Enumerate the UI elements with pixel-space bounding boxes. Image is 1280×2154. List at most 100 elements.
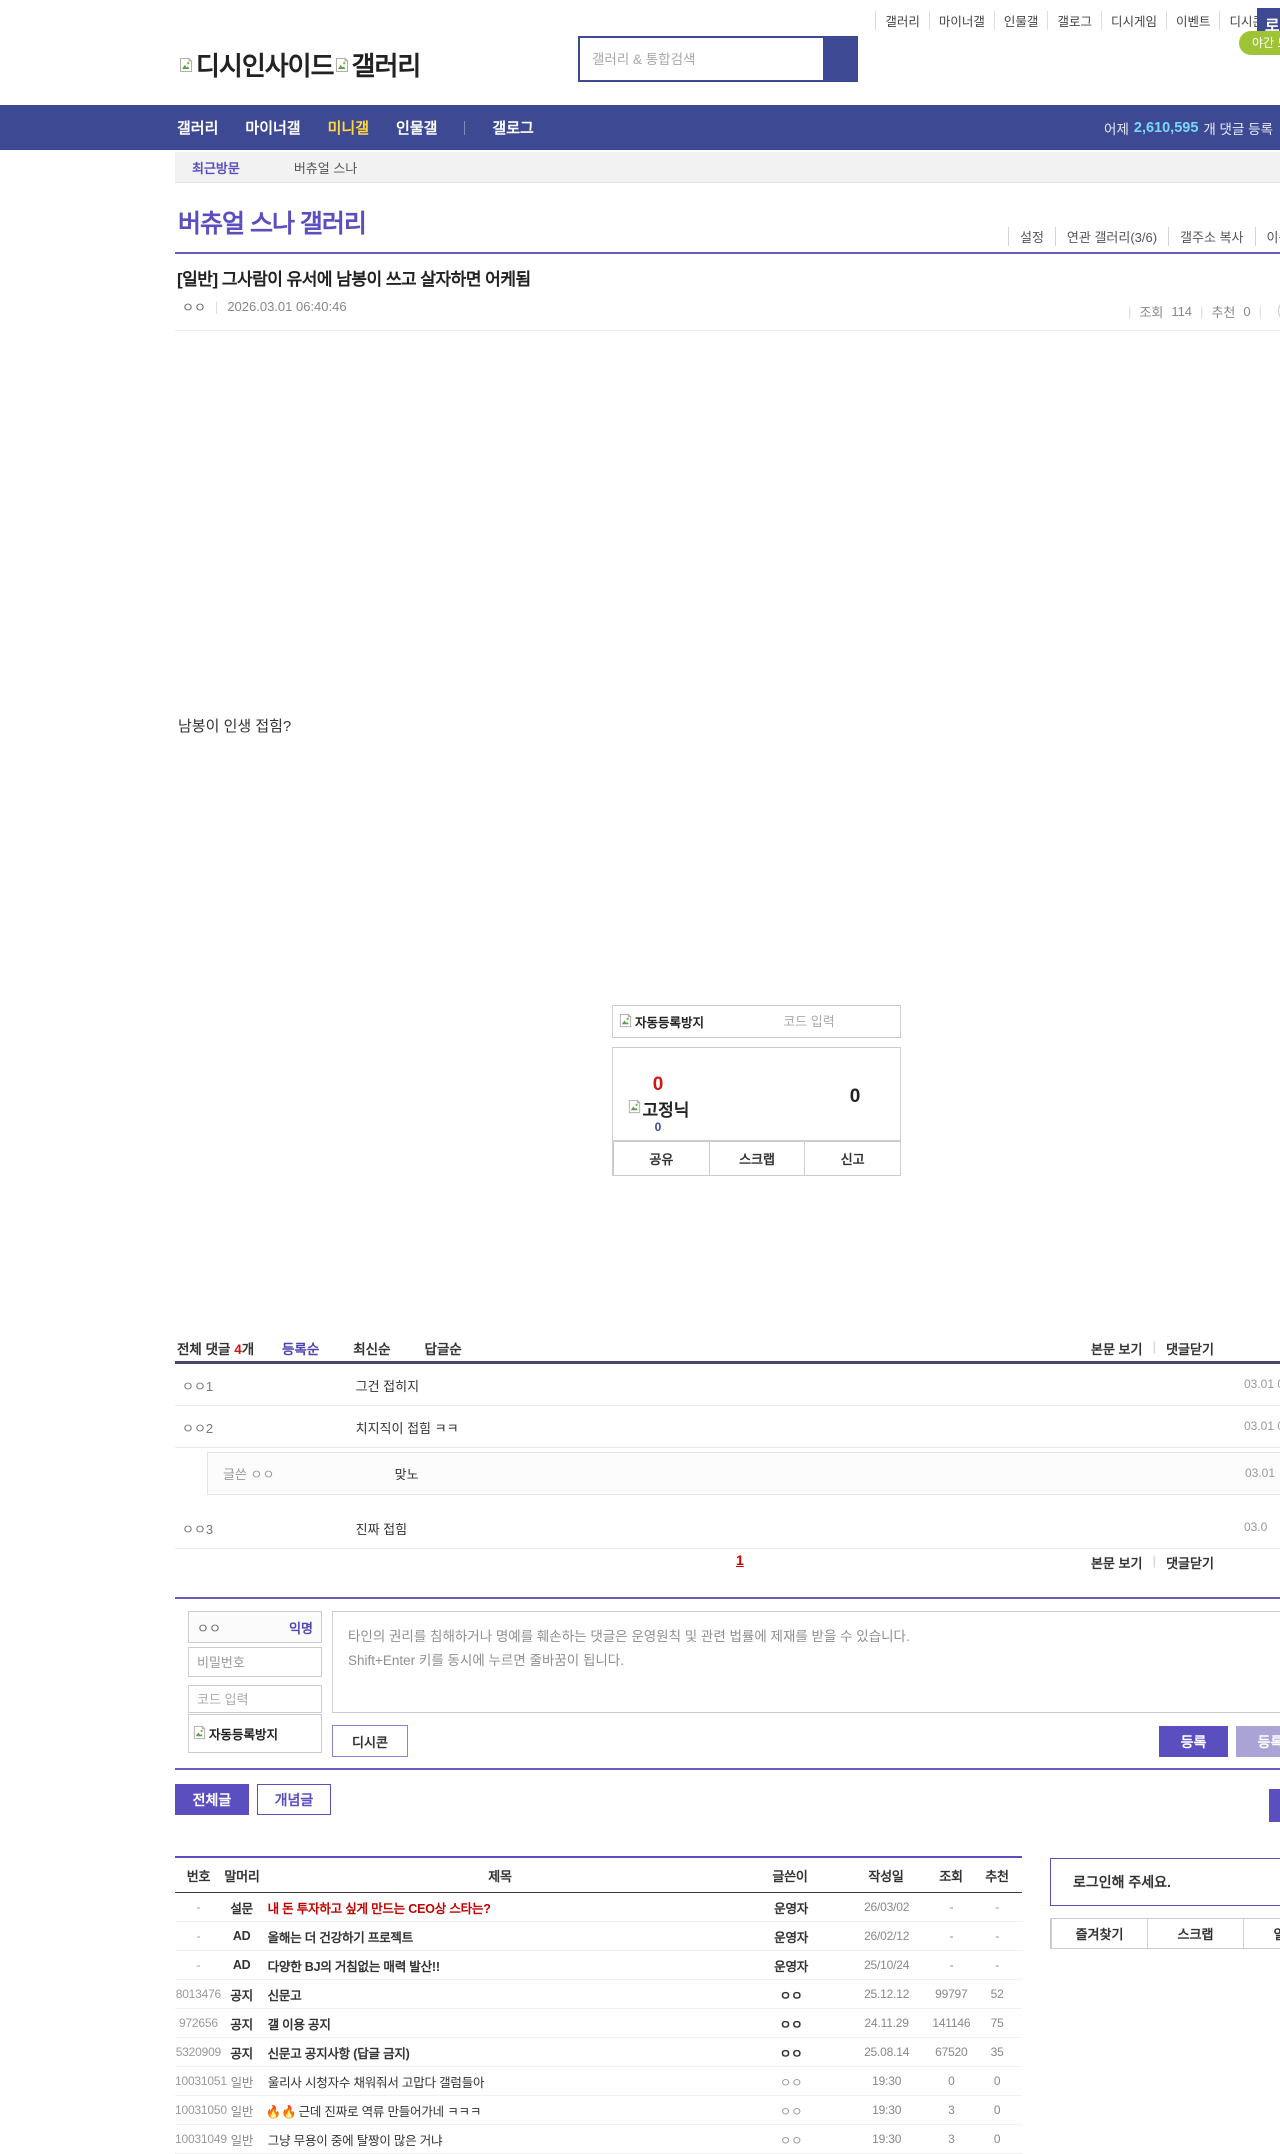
anonymous-toggle[interactable]: 익명 — [289, 1618, 313, 1637]
post-head[interactable]: 일반 — [222, 2072, 262, 2091]
comment-text: 맞노 — [395, 1467, 419, 1482]
sidebar-tab[interactable]: 일반글 — [1243, 1919, 1280, 1948]
comment-password-input[interactable] — [188, 1647, 322, 1677]
post-author[interactable]: 운영자 — [739, 1956, 843, 1975]
top-link[interactable]: 이벤트 — [1166, 11, 1220, 30]
col-head: 말머리 — [222, 1866, 262, 1885]
post-link[interactable]: 그냥 무용이 중에 탈짱이 많은 거냐 — [262, 2130, 740, 2149]
post-author[interactable]: ㅇㅇ — [739, 2014, 843, 2033]
comment-count: 4 — [234, 1342, 242, 1357]
post-link[interactable]: 내 돈 투자하고 싶게 만드는 CEO상 스타는? — [262, 1898, 740, 1917]
post-head[interactable]: 공지 — [222, 2043, 262, 2062]
table-row: - 설문 내 돈 투자하고 싶게 만드는 CEO상 스타는? 운영자 26/03… — [175, 1893, 1022, 1922]
close-comments-link[interactable]: 댓글닫기 — [1166, 1339, 1214, 1358]
post-link-text: 그냥 무용이 중에 탈짱이 많은 거냐 — [268, 2134, 443, 2148]
post-link[interactable]: 울리사 시청자수 채워줘서 고맙다 갤럼들아 — [262, 2072, 740, 2091]
post-views: 3 — [930, 2132, 972, 2146]
close-comments-link[interactable]: 댓글닫기 — [1166, 1553, 1214, 1572]
nav-gallog[interactable]: 갤로그 — [492, 117, 533, 138]
gallery-menu-item[interactable]: 설정 — [1008, 227, 1055, 246]
comment-author[interactable]: ㅇㅇ1 — [182, 1376, 352, 1395]
comment-page-number[interactable]: 1 — [736, 1552, 744, 1568]
comment-submit-button[interactable]: 등록 — [1159, 1726, 1228, 1757]
captcha-input[interactable] — [718, 1013, 900, 1030]
search-input[interactable] — [580, 38, 823, 80]
post-action-button[interactable]: 신고 — [804, 1142, 900, 1175]
top-link[interactable]: 마이너갤 — [929, 11, 994, 30]
dccon-button[interactable]: 디시콘 — [332, 1725, 408, 1757]
post-head[interactable]: AD — [222, 1958, 262, 1972]
post-link[interactable]: 🔥🔥근데 진짜로 역류 만들어가네 ㅋㅋㅋ — [262, 2101, 740, 2120]
recent-visit-label[interactable]: 최근방문 — [192, 158, 240, 177]
post-date: 25.08.14 — [843, 2045, 931, 2059]
post-head[interactable]: 설문 — [222, 1898, 262, 1917]
comment-author[interactable]: ㅇㅇ3 — [182, 1519, 352, 1538]
gallery-title[interactable]: 버츄얼 스나 갤러리 — [178, 204, 366, 240]
sort-newest[interactable]: 최신순 — [353, 1338, 390, 1358]
post-link[interactable]: 다양한 BJ의 거침없는 매력 발산!! — [262, 1956, 740, 1975]
post-number: - — [175, 1900, 222, 1914]
post-author[interactable]: ㅇㅇ — [739, 2130, 842, 2149]
top-link[interactable]: 갤로그 — [1047, 11, 1101, 30]
gallery-menu-item[interactable]: 이용안내 — [1255, 227, 1280, 246]
post-author[interactable]: ㅇㅇ — [739, 2072, 842, 2091]
site-logo[interactable]: 디시인사이드 갤러리 — [178, 46, 420, 83]
nav-divider — [464, 121, 465, 135]
top-link[interactable]: 디시게임 — [1101, 11, 1166, 30]
fixed-nick-vote[interactable]: 고정닉 — [618, 1096, 698, 1121]
post-date: 25/10/24 — [843, 1958, 931, 1972]
post-link[interactable]: 올해는 더 건강하기 프로젝트 — [262, 1927, 740, 1946]
stats-count: 2,610,595 — [1134, 120, 1199, 136]
nav-mini-gallery[interactable]: 미니갤 — [328, 117, 369, 138]
comment-textarea-wrap — [332, 1611, 1280, 1713]
post-action-button[interactable]: 공유 — [613, 1142, 709, 1175]
top-link[interactable]: 인물갤 — [994, 11, 1048, 30]
post-number: 10031049 — [175, 2132, 222, 2146]
post-head[interactable]: 공지 — [222, 2014, 262, 2033]
comment-textarea[interactable] — [333, 1612, 1280, 1712]
comment-name-value[interactable]: ㅇㅇ — [197, 1618, 221, 1637]
post-author[interactable]: 운영자 — [739, 1898, 843, 1917]
post-upvotes: 52 — [972, 1987, 1022, 2001]
post-author[interactable]: ㅇㅇ — [739, 2043, 843, 2062]
nav-gallery[interactable]: 갤러리 — [177, 117, 218, 138]
post-author[interactable]: 운영자 — [739, 1927, 843, 1946]
breadcrumb-current[interactable]: 버츄얼 스나 — [294, 158, 357, 177]
upvote-count[interactable]: 0 — [618, 1074, 698, 1096]
post-author[interactable]: ㅇㅇ — [739, 2101, 842, 2120]
post-link[interactable]: 신문고 — [262, 1985, 740, 2004]
all-posts-button[interactable]: 전체글 — [175, 1784, 249, 1815]
nav-minor-gallery[interactable]: 마이너갤 — [245, 117, 300, 138]
sort-registered[interactable]: 등록순 — [282, 1338, 319, 1358]
comment-code-input[interactable] — [188, 1685, 322, 1713]
comment-submit-secondary-button[interactable]: 등록 — [1236, 1726, 1280, 1757]
downvote-count[interactable]: 0 — [835, 1086, 875, 1108]
view-post-link[interactable]: 본문 보기 — [1091, 1553, 1142, 1572]
stats-suffix: 개 댓글 등록 — [1203, 118, 1273, 138]
night-mode-button[interactable]: 야간 모드 — [1239, 31, 1280, 55]
post-author[interactable]: ㅇㅇ — [182, 297, 206, 316]
sidebar-tab[interactable]: 즐겨찾기 — [1051, 1919, 1147, 1948]
post-head[interactable]: AD — [222, 1929, 262, 1943]
sort-reply[interactable]: 답글순 — [425, 1338, 462, 1358]
search-button[interactable] — [823, 38, 856, 80]
post-author[interactable]: ㅇㅇ — [739, 1985, 843, 2004]
sidebar-tab[interactable]: 스크랩 — [1147, 1919, 1243, 1948]
nav-person-gallery[interactable]: 인물갤 — [396, 117, 437, 138]
gallery-menu-item[interactable]: 갤주소 복사 — [1168, 227, 1254, 246]
post-action-button[interactable]: 스크랩 — [709, 1142, 805, 1175]
post-head[interactable]: 일반 — [222, 2130, 262, 2149]
comment-author[interactable]: ㅇㅇ2 — [182, 1418, 352, 1437]
comment-author[interactable]: 글쓴 ㅇㅇ — [223, 1464, 391, 1483]
post-link[interactable]: 갤 이용 공지 — [262, 2014, 740, 2033]
write-post-button[interactable] — [1269, 1789, 1280, 1822]
top-link[interactable]: 갤러리 — [875, 11, 929, 30]
best-posts-button[interactable]: 개념글 — [257, 1784, 331, 1815]
breadcrumb: 최근방문 버츄얼 스나 — [175, 152, 1280, 183]
gallery-menu-item[interactable]: 연관 갤러리(3/6) — [1055, 227, 1168, 246]
post-head[interactable]: 일반 — [222, 2101, 262, 2120]
post-link[interactable]: 신문고 공지사항 (답글 금지) — [262, 2043, 740, 2062]
col-author: 글쓴이 — [738, 1866, 842, 1885]
view-post-link[interactable]: 본문 보기 — [1091, 1339, 1142, 1358]
post-head[interactable]: 공지 — [222, 1985, 262, 2004]
